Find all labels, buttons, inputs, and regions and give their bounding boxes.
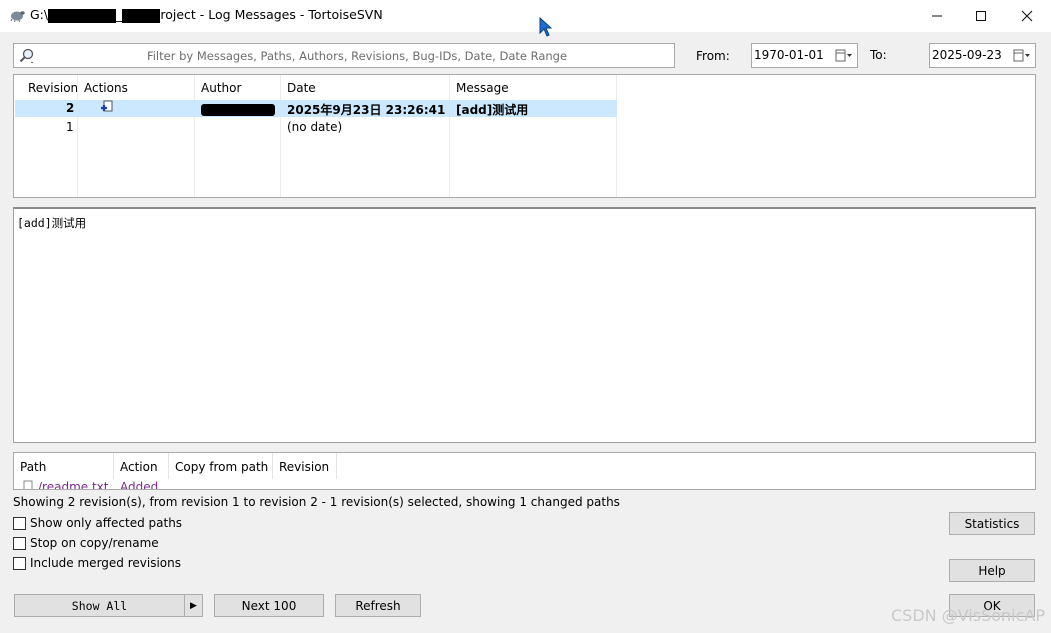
from-label: From: [696,49,730,63]
include-merged-checkbox[interactable]: Include merged revisions [13,556,181,570]
checkbox-label: Stop on copy/rename [30,536,159,550]
tortoisesvn-app-icon [10,11,25,22]
column-separator [194,75,195,197]
column-separator [280,75,281,197]
filter-box[interactable] [13,43,675,68]
minimize-icon [932,15,942,17]
changed-paths-list[interactable]: Path Action Copy from path Revision /rea… [13,452,1036,490]
revision-list[interactable]: Revision Actions Author Date Message 2 2… [13,74,1036,198]
revision-message: [add]测试用 [456,103,529,117]
maximize-button[interactable] [958,0,1004,32]
search-icon[interactable] [18,47,36,65]
watermark: CSDN @VisSonicAP [891,606,1045,625]
from-date-picker[interactable]: 1970-01-01 [751,43,858,68]
column-separator [449,75,450,197]
next-100-button[interactable]: Next 100 [214,594,324,617]
filter-input[interactable] [42,46,672,65]
column-header-author[interactable]: Author [195,75,281,100]
to-date-value: 2025-09-23 [932,48,1002,62]
revision-date: (no date) [287,120,343,134]
column-header-copy-from-path[interactable]: Copy from path [169,453,273,479]
column-header-action[interactable]: Action [114,453,169,479]
column-header-revision[interactable]: Revision [273,453,337,479]
show-all-dropdown-arrow-icon[interactable]: ▶ [184,595,202,616]
column-header-actions[interactable]: Actions [78,75,195,100]
column-header-date[interactable]: Date [281,75,450,100]
show-all-label: Show All [71,598,128,613]
checkbox-box[interactable] [13,536,26,550]
column-separator [77,75,78,197]
show-all-button[interactable]: Show All ▶ [14,594,203,617]
to-label: To: [870,48,887,62]
to-date-picker[interactable]: 2025-09-23 [929,43,1036,68]
close-icon [1021,10,1033,22]
title-redaction [48,8,117,23]
show-affected-paths-checkbox[interactable]: Show only affected paths [13,516,182,530]
changed-path-action: Added [120,480,159,490]
column-header-path[interactable]: Path [14,453,114,479]
checkbox-box[interactable] [13,556,26,570]
stop-on-copy-checkbox[interactable]: Stop on copy/rename [13,536,159,550]
status-text: Showing 2 revision(s), from revision 1 t… [13,495,620,509]
title-suffix: roject - Log Messages - TortoiseSVN [160,7,383,22]
title-redaction-2 [122,8,161,23]
revision-number: 1 [66,120,74,134]
changed-path[interactable]: /readme.txt [38,480,108,489]
mouse-cursor-icon [539,17,553,37]
checkbox-label: Include merged revisions [30,556,181,570]
statistics-button[interactable]: Statistics [949,512,1035,535]
checkbox-label: Show only affected paths [30,516,183,530]
help-button[interactable]: Help [949,559,1035,582]
calendar-dropdown-icon[interactable] [1013,48,1031,63]
from-date-value: 1970-01-01 [754,48,824,62]
revision-number: 2 [66,101,75,115]
title-prefix: G:\ [30,7,49,22]
added-action-icon [101,100,113,112]
refresh-button[interactable]: Refresh [335,594,421,617]
maximize-icon [976,11,986,21]
log-message-pane[interactable]: [add]测试用 [13,207,1036,443]
checkbox-box[interactable] [13,516,26,530]
column-header-message[interactable]: Message [450,75,617,100]
column-separator [616,75,617,197]
author-redacted [201,102,275,116]
close-button[interactable] [1004,0,1050,32]
revision-date: 2025年9月23日 23:26:41 [287,103,446,117]
log-message-text: [add]测试用 [17,216,87,230]
window-title: G:\ _ roject - Log Messages - TortoiseSVN [30,7,383,23]
calendar-dropdown-icon[interactable] [835,48,853,63]
minimize-button[interactable] [914,0,960,32]
file-icon [23,480,33,489]
column-header-revision[interactable]: Revision [22,75,78,100]
